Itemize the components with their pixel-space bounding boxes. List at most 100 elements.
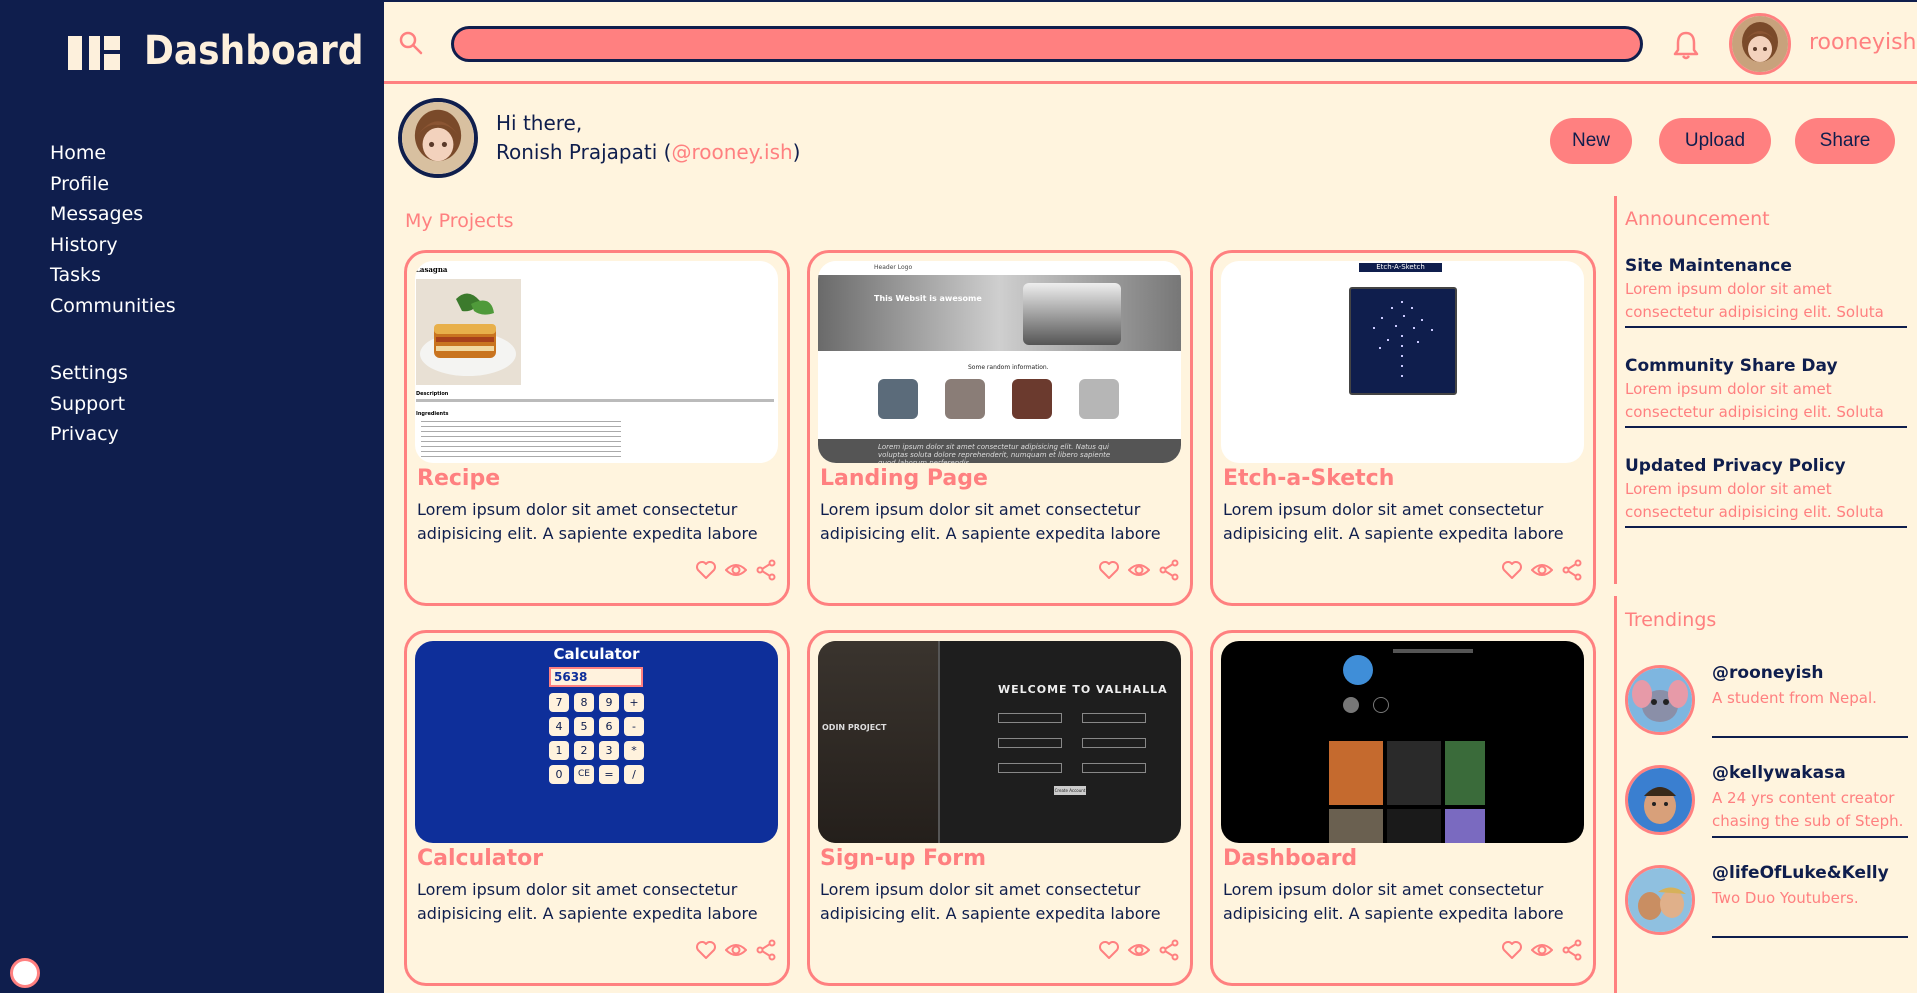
heart-icon[interactable] [1501,939,1523,961]
nav-item-messages[interactable]: Messages [50,199,176,230]
project-card-calculator[interactable]: Calculator 5638 7 8 9 + 4 5 6 - 1 2 3 * … [404,630,790,986]
bell-icon[interactable] [1671,29,1701,61]
share-button[interactable]: Share [1795,118,1895,164]
share-icon[interactable] [1158,939,1180,961]
calc-thumb-display: 5638 [549,667,643,687]
recipe-thumb-desc-label: Description [416,391,449,397]
calc-key: / [624,765,644,784]
trending-item[interactable]: @rooneyish A student from Nepal. [1625,655,1908,743]
greeting-text: Hi there, Ronish Prajapati (@rooney.ish) [496,109,800,167]
recipe-thumb-ingredients-label: Ingredients [416,411,449,417]
trending-item[interactable]: @kellywakasa A 24 yrs content creator ch… [1625,755,1908,843]
calc-key: 7 [549,693,569,712]
eye-icon[interactable] [1128,939,1150,961]
nav-item-support[interactable]: Support [50,389,128,420]
landing-thumb-info: Some random information. [968,364,1049,371]
card-description: Lorem ipsum dolor sit amet consectetur a… [820,500,1161,543]
card-title[interactable]: Recipe [417,466,500,491]
dashboard-logo-icon [68,33,120,70]
eye-icon[interactable] [1531,559,1553,581]
project-card-landing-page[interactable]: Header Logo This Websit is awesome Some … [807,250,1193,606]
closing-paren: ) [792,140,801,164]
user-handle[interactable]: @rooney.ish [671,140,792,164]
calc-thumb-keys: 7 8 9 + 4 5 6 - 1 2 3 * 0 CE = / [549,693,644,784]
primary-nav: Home Profile Messages History Tasks Comm… [50,138,176,321]
etch-thumb-title: Etch-A-Sketch [1359,263,1442,272]
nav-item-profile[interactable]: Profile [50,169,176,200]
card-title[interactable]: Etch-a-Sketch [1223,466,1394,491]
secondary-nav: Settings Support Privacy [50,358,128,450]
heart-icon[interactable] [1098,939,1120,961]
nav-item-history[interactable]: History [50,230,176,261]
trending-description: Two Duo Youtubers. [1712,889,1859,907]
username[interactable]: rooneyish [1809,30,1917,55]
search-icon[interactable] [398,30,424,56]
project-card-signup-form[interactable]: ODIN PROJECT WELCOME TO VALHALLA Create … [807,630,1193,986]
search-input[interactable] [451,26,1643,62]
profile-avatar[interactable] [398,98,478,178]
announcement-item[interactable]: Community Share Day Lorem ipsum dolor si… [1625,354,1907,428]
trending-avatar[interactable] [1625,765,1695,835]
card-actions [695,559,777,581]
share-icon[interactable] [755,939,777,961]
announcement-title: Announcement [1625,208,1770,230]
trending-handle[interactable]: @kellywakasa [1712,763,1846,783]
calc-key: 6 [599,717,619,736]
greeting-line: Hi there, [496,111,583,135]
card-description: Lorem ipsum dolor sit amet consectetur a… [417,500,758,543]
project-card-etch-a-sketch[interactable]: Etch-A-Sketch Etch-a-Sketch Lorem ipsum … [1210,250,1596,606]
announcement-item-text: Lorem ipsum dolor sit amet consectetur a… [1625,380,1884,421]
trending-description: A student from Nepal. [1712,689,1877,707]
nav-item-settings[interactable]: Settings [50,358,128,389]
card-actions [1098,559,1180,581]
eye-icon[interactable] [725,559,747,581]
project-card-dashboard[interactable]: Dashboard Lorem ipsum dolor sit amet con… [1210,630,1596,986]
new-button[interactable]: New [1550,118,1632,164]
my-projects-title: My Projects [405,210,514,232]
user-avatar[interactable] [1729,13,1791,75]
upload-button[interactable]: Upload [1659,118,1771,164]
announcement-item[interactable]: Updated Privacy Policy Lorem ipsum dolor… [1625,454,1907,528]
announcement-item-text: Lorem ipsum dolor sit amet consectetur a… [1625,480,1884,521]
eye-icon[interactable] [1531,939,1553,961]
card-actions [1501,939,1583,961]
project-card-recipe[interactable]: Lasagna Description Ingredients Recipe L… [404,250,790,606]
announcement-item[interactable]: Site Maintenance Lorem ipsum dolor sit a… [1625,254,1907,328]
calculator-thumbnail: Calculator 5638 7 8 9 + 4 5 6 - 1 2 3 * … [415,641,778,843]
calc-key: - [624,717,644,736]
card-title[interactable]: Sign-up Form [820,846,986,871]
theme-toggle[interactable] [10,958,40,988]
card-title[interactable]: Calculator [417,846,543,871]
calc-key: = [599,765,619,784]
landing-thumb-logo: Header Logo [874,264,913,271]
share-icon[interactable] [755,559,777,581]
calc-key: 8 [574,693,594,712]
heart-icon[interactable] [1098,559,1120,581]
heart-icon[interactable] [1501,559,1523,581]
nav-item-home[interactable]: Home [50,138,176,169]
recipe-thumbnail: Lasagna Description Ingredients [415,261,778,463]
card-actions [1098,939,1180,961]
trending-avatar[interactable] [1625,665,1695,735]
heart-icon[interactable] [695,559,717,581]
logo[interactable]: Dashboard [68,28,364,74]
trending-handle[interactable]: @lifeOfLuke&Kelly [1712,863,1889,883]
trending-item[interactable]: @lifeOfLuke&Kelly Two Duo Youtubers. [1625,855,1908,943]
share-icon[interactable] [1561,559,1583,581]
trendings-title: Trendings [1625,609,1717,631]
eye-icon[interactable] [725,939,747,961]
landing-thumb-footer: Lorem ipsum dolor sit amet consectetur a… [878,443,1111,463]
nav-item-privacy[interactable]: Privacy [50,419,128,450]
trending-handle[interactable]: @rooneyish [1712,663,1824,683]
trending-avatar[interactable] [1625,865,1695,935]
eye-icon[interactable] [1128,559,1150,581]
heart-icon[interactable] [695,939,717,961]
share-icon[interactable] [1158,559,1180,581]
card-title[interactable]: Dashboard [1223,846,1357,871]
card-description: Lorem ipsum dolor sit amet consectetur a… [1223,500,1564,543]
nav-item-communities[interactable]: Communities [50,291,176,322]
card-title[interactable]: Landing Page [820,466,988,491]
nav-item-tasks[interactable]: Tasks [50,260,176,291]
topbar: rooneyish [384,0,1917,84]
share-icon[interactable] [1561,939,1583,961]
